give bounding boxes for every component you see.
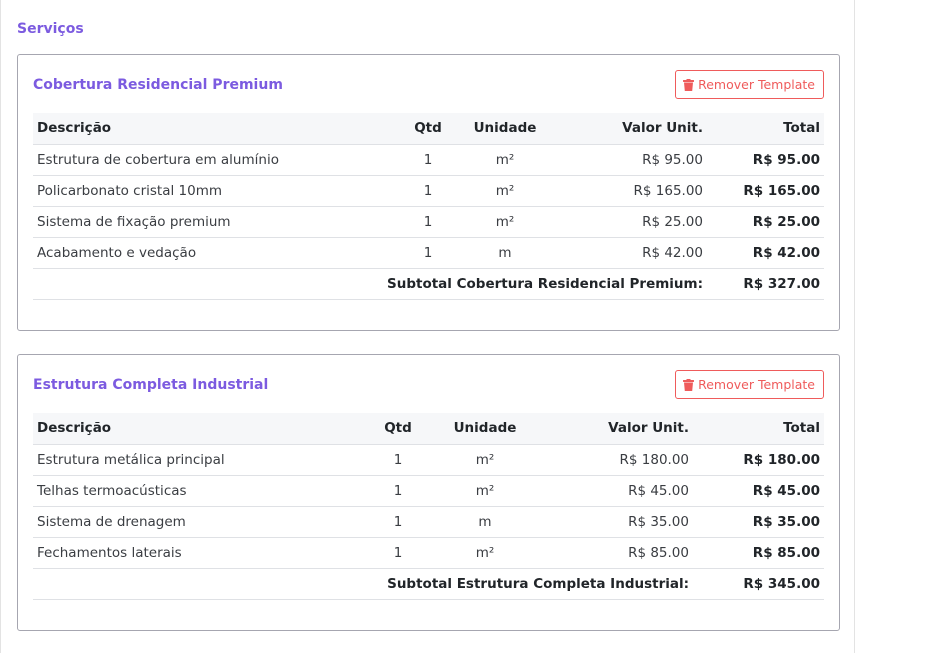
cell-qtd: 1 <box>393 236 463 268</box>
column-header-description: Descrição <box>37 420 112 437</box>
cell-unit: m² <box>443 536 527 568</box>
column-header-unit: Unidade <box>453 420 517 437</box>
cell-unit-value: R$ 95.00 <box>547 143 707 175</box>
cell-unit-value: R$ 45.00 <box>527 474 693 506</box>
cell-qtd: 1 <box>393 174 463 206</box>
cell-total: R$ 180.00 <box>693 443 824 475</box>
cell-description: Estrutura de cobertura em alumínio <box>33 143 393 175</box>
cell-unit-value: R$ 180.00 <box>527 443 693 475</box>
subtotal-row: Subtotal Cobertura Residencial Premium: … <box>33 267 824 300</box>
template-title: Cobertura Residencial Premium <box>33 77 283 93</box>
table-row: Acabamento e vedação 1 m R$ 42.00 R$ 42.… <box>33 236 824 268</box>
cell-qtd: 1 <box>353 505 443 537</box>
cell-total: R$ 85.00 <box>693 536 824 568</box>
cell-total: R$ 35.00 <box>693 505 824 537</box>
subtotal-label: Subtotal Estrutura Completa Industrial: <box>33 567 693 600</box>
cell-unit: m² <box>443 443 527 475</box>
items-table: Descrição Qtd Unidade Valor Unit. Total … <box>33 413 824 600</box>
column-header-unit-value: Valor Unit. <box>608 420 689 437</box>
cell-unit: m² <box>443 474 527 506</box>
items-table: Descrição Qtd Unidade Valor Unit. Total … <box>33 113 824 300</box>
subtotal-value: R$ 345.00 <box>693 567 824 600</box>
cell-unit: m <box>443 505 527 537</box>
cell-unit-value: R$ 165.00 <box>547 174 707 206</box>
trash-icon <box>683 378 695 391</box>
remove-template-label: Remover Template <box>698 77 815 92</box>
cell-total: R$ 165.00 <box>707 174 824 206</box>
cell-qtd: 1 <box>353 443 443 475</box>
cell-unit: m <box>463 236 547 268</box>
cell-description: Estrutura metálica principal <box>33 443 353 475</box>
table-row: Telhas termoacústicas 1 m² R$ 45.00 R$ 4… <box>33 474 824 506</box>
column-header-unit-value: Valor Unit. <box>622 120 703 137</box>
cell-total: R$ 42.00 <box>707 236 824 268</box>
column-header-total: Total <box>783 420 820 437</box>
table-row: Sistema de drenagem 1 m R$ 35.00 R$ 35.0… <box>33 505 824 537</box>
table-row: Policarbonato cristal 10mm 1 m² R$ 165.0… <box>33 174 824 206</box>
cell-unit: m² <box>463 143 547 175</box>
cell-unit-value: R$ 25.00 <box>547 205 707 237</box>
cell-description: Fechamentos laterais <box>33 536 353 568</box>
cell-total: R$ 95.00 <box>707 143 824 175</box>
cell-qtd: 1 <box>393 143 463 175</box>
cell-description: Sistema de drenagem <box>33 505 353 537</box>
cell-description: Acabamento e vedação <box>33 236 393 268</box>
cell-qtd: 1 <box>353 536 443 568</box>
remove-template-label: Remover Template <box>698 377 815 392</box>
cell-unit-value: R$ 85.00 <box>527 536 693 568</box>
cell-qtd: 1 <box>353 474 443 506</box>
template-title: Estrutura Completa Industrial <box>33 377 269 393</box>
table-row: Estrutura de cobertura em alumínio 1 m² … <box>33 143 824 175</box>
subtotal-row: Subtotal Estrutura Completa Industrial: … <box>33 567 824 600</box>
trash-icon <box>683 78 695 91</box>
column-header-qtd: Qtd <box>384 420 412 437</box>
table-header-row: Descrição Qtd Unidade Valor Unit. Total <box>33 113 824 144</box>
cell-total: R$ 25.00 <box>707 205 824 237</box>
table-row: Estrutura metálica principal 1 m² R$ 180… <box>33 443 824 475</box>
subtotal-label: Subtotal Cobertura Residencial Premium: <box>33 267 707 300</box>
remove-template-button[interactable]: Remover Template <box>675 370 824 399</box>
column-header-description: Descrição <box>37 120 112 137</box>
table-row: Fechamentos laterais 1 m² R$ 85.00 R$ 85… <box>33 536 824 568</box>
cell-unit-value: R$ 42.00 <box>547 236 707 268</box>
template-card: Cobertura Residencial Premium Remover Te… <box>17 54 840 331</box>
cell-description: Policarbonato cristal 10mm <box>33 174 393 206</box>
subtotal-value: R$ 327.00 <box>707 267 824 300</box>
column-header-unit: Unidade <box>473 120 537 137</box>
cell-unit: m² <box>463 205 547 237</box>
cell-unit-value: R$ 35.00 <box>527 505 693 537</box>
cell-description: Sistema de fixação premium <box>33 205 393 237</box>
table-row: Sistema de fixação premium 1 m² R$ 25.00… <box>33 205 824 237</box>
column-header-total: Total <box>783 120 820 137</box>
cell-qtd: 1 <box>393 205 463 237</box>
cell-total: R$ 45.00 <box>693 474 824 506</box>
services-panel: Serviços Cobertura Residencial Premium R… <box>0 0 855 653</box>
remove-template-button[interactable]: Remover Template <box>675 70 824 99</box>
table-header-row: Descrição Qtd Unidade Valor Unit. Total <box>33 413 824 444</box>
section-title: Serviços <box>17 21 84 37</box>
cell-description: Telhas termoacústicas <box>33 474 353 506</box>
template-card: Estrutura Completa Industrial Remover Te… <box>17 354 840 631</box>
column-header-qtd: Qtd <box>414 120 442 137</box>
cell-unit: m² <box>463 174 547 206</box>
